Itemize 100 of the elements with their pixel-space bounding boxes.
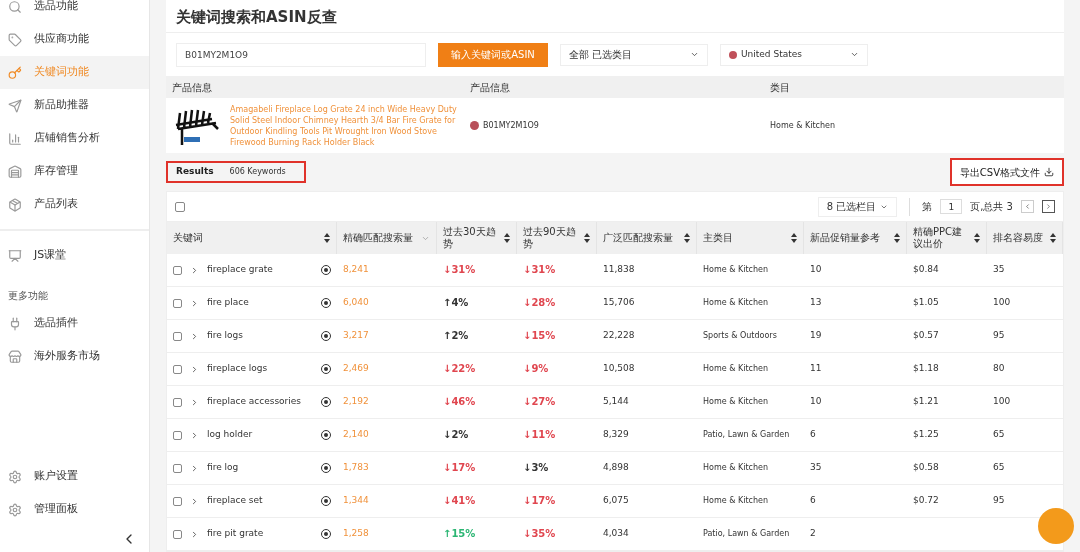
paper-plane-icon: [8, 98, 22, 113]
table-cell: Home & Kitchen: [703, 397, 768, 407]
page-field[interactable]: 1: [940, 199, 963, 214]
tag-icon: [8, 32, 22, 47]
expand-icon[interactable]: [190, 331, 199, 341]
table-cell: 6: [810, 429, 816, 440]
column-header[interactable]: 新品促销量参考: [804, 222, 907, 254]
table-cell: $0.57: [913, 330, 939, 341]
trend-value: ↓27%: [523, 396, 556, 408]
trend-value: ↓31%: [443, 264, 476, 276]
sort-icon[interactable]: [584, 233, 590, 243]
checkbox[interactable]: [173, 397, 182, 407]
checkbox[interactable]: [173, 364, 182, 374]
table-cell: 100: [993, 396, 1011, 407]
table-cell: 15,706: [603, 297, 635, 308]
search-volume: 2,192: [343, 396, 369, 407]
chat-button[interactable]: [1038, 508, 1074, 544]
expand-icon[interactable]: [190, 463, 199, 473]
trend-value: ↓22%: [443, 363, 476, 375]
sidebar-item[interactable]: 选品插件: [0, 307, 149, 340]
category-dropdown[interactable]: 全部 已选类目: [560, 43, 708, 66]
settings-icon: [8, 502, 22, 517]
sidebar-item[interactable]: 管理面板: [0, 493, 149, 526]
table-cell: 13: [810, 297, 822, 308]
page-total: 页,总共 3: [970, 200, 1013, 214]
expand-icon[interactable]: [190, 496, 199, 506]
column-header[interactable]: 排名容易度: [987, 222, 1063, 254]
table-cell: Home & Kitchen: [703, 298, 768, 308]
table-cell: 80: [993, 363, 1005, 374]
trend-value: ↓2%: [443, 429, 469, 441]
column-header[interactable]: 精确PPC建议出价: [907, 222, 987, 254]
plug-icon: [8, 316, 22, 331]
sidebar-item[interactable]: JS课堂: [0, 239, 149, 272]
next-page-button[interactable]: [1042, 200, 1055, 213]
trend-value: ↓9%: [523, 363, 549, 375]
expand-icon[interactable]: [190, 265, 199, 275]
checkbox[interactable]: [173, 529, 182, 539]
table-cell: 65: [993, 429, 1005, 440]
trend-value: ↓41%: [443, 495, 476, 507]
search-field[interactable]: B01MY2M1O9: [176, 42, 426, 67]
checkbox[interactable]: [173, 430, 182, 440]
table-cell: Sports & Outdoors: [703, 331, 777, 341]
sort-icon[interactable]: [791, 233, 797, 243]
sidebar-item[interactable]: 新品助推器: [0, 89, 149, 122]
expand-icon[interactable]: [190, 430, 199, 440]
sort-icon[interactable]: [324, 233, 330, 243]
sidebar-item[interactable]: 海外服务市场: [0, 340, 149, 373]
keyword-text: fireplace accessories: [207, 395, 303, 409]
expand-icon[interactable]: [190, 529, 199, 539]
table-cell: 4,898: [603, 462, 629, 473]
table-cell: $0.84: [913, 264, 939, 275]
page-title: 关键词搜索和ASIN反查: [176, 7, 338, 28]
keyword-text: fire pit grate: [207, 527, 265, 541]
checkbox[interactable]: [173, 331, 182, 341]
column-header[interactable]: 精确匹配搜索量: [337, 222, 437, 254]
keyword-text: fire place: [207, 296, 250, 310]
trend-value: ↓46%: [443, 396, 476, 408]
checkbox[interactable]: [173, 496, 182, 506]
column-header: 类目: [770, 81, 790, 93]
sidebar-item[interactable]: 产品列表: [0, 188, 149, 221]
sort-icon[interactable]: [974, 233, 980, 243]
trend-value: ↓11%: [523, 429, 556, 441]
search-volume: 2,140: [343, 429, 369, 440]
export-button[interactable]: 导出CSV格式文件: [949, 158, 1064, 187]
table-cell: 19: [810, 330, 822, 341]
bar-chart-icon: [8, 131, 22, 146]
search-volume: 3,217: [343, 330, 369, 341]
search-volume: 1,344: [343, 495, 369, 506]
sort-icon[interactable]: [504, 233, 510, 243]
search-volume: 6,040: [343, 297, 369, 308]
checkbox[interactable]: [173, 298, 182, 308]
sort-icon[interactable]: [1050, 233, 1056, 243]
checkbox[interactable]: [173, 463, 182, 473]
expand-icon[interactable]: [190, 364, 199, 374]
expand-icon[interactable]: [190, 298, 199, 308]
sidebar-item[interactable]: 店铺销售分析: [0, 122, 149, 155]
checkbox[interactable]: [173, 265, 182, 275]
trend-value: ↑2%: [443, 330, 469, 342]
column-header[interactable]: 主类目: [697, 222, 804, 254]
expand-icon[interactable]: [190, 397, 199, 407]
column-header[interactable]: 广泛匹配搜索量: [597, 222, 697, 254]
sidebar-item[interactable]: 账户设置: [0, 460, 149, 493]
table-cell: 11: [810, 363, 822, 374]
checkbox[interactable]: [175, 201, 185, 212]
sort-icon[interactable]: [684, 233, 690, 243]
search-volume: 2,469: [343, 363, 369, 374]
flag-icon: [729, 50, 737, 59]
sidebar-item[interactable]: 供应商功能: [0, 23, 149, 56]
column-header[interactable]: 关键词: [167, 222, 337, 254]
trend-value: ↓28%: [523, 297, 556, 309]
sort-icon[interactable]: [894, 233, 900, 243]
results-label: Results: [176, 165, 214, 179]
table-cell: Patio, Lawn & Garden: [703, 430, 790, 440]
country-dropdown[interactable]: United States: [720, 43, 868, 66]
sidebar-item[interactable]: 选品功能: [0, 0, 149, 23]
column-header[interactable]: 过去90天趋势: [517, 222, 597, 254]
sidebar-item[interactable]: 库存管理: [0, 155, 149, 188]
columns-dropdown[interactable]: 8 已选栏目: [817, 196, 898, 217]
column-header[interactable]: 过去30天趋势: [437, 222, 517, 254]
table-cell: $1.18: [913, 363, 939, 374]
